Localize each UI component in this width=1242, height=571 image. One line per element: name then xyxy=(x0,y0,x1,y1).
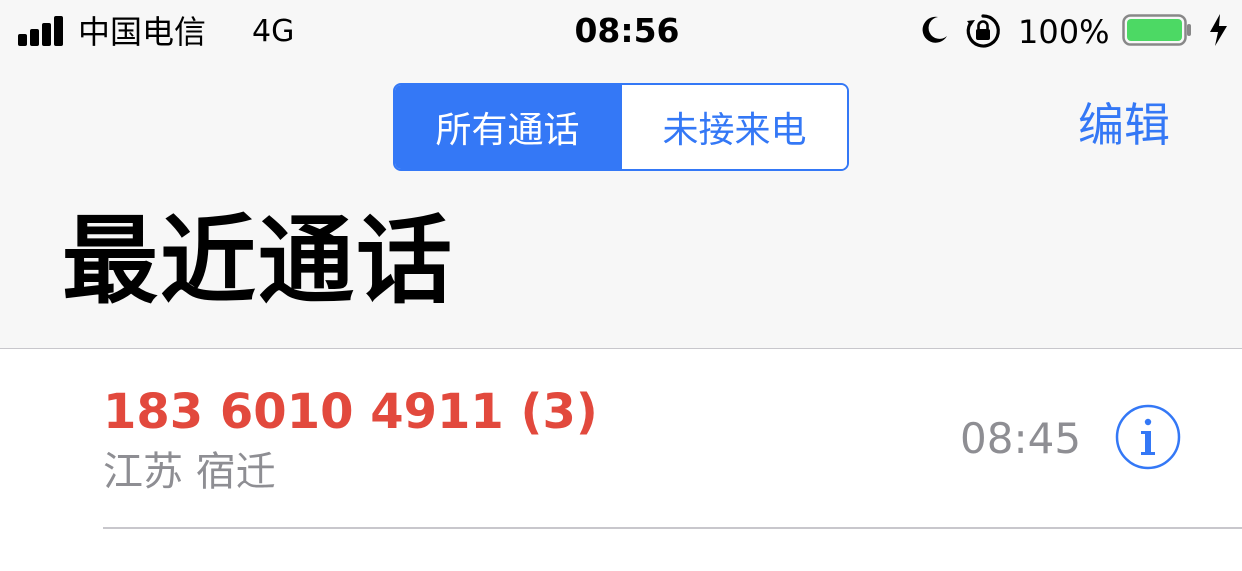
call-row[interactable]: 183 6010 4911 (3) 江苏 宿迁 08:45 xyxy=(0,350,1242,528)
recents-screen: 中国电信 4G 08:56 100% 所有通话 未接来电 编辑 最近通话 183… xyxy=(0,0,1242,571)
call-row[interactable] xyxy=(0,529,1242,571)
charging-icon xyxy=(1210,14,1227,46)
caller-number: 183 6010 4911 (3) xyxy=(103,384,598,440)
navigation-header: 所有通话 未接来电 编辑 最近通话 xyxy=(0,64,1242,349)
caller-location: 江苏 宿迁 xyxy=(103,449,276,495)
calls-filter-segmented-control[interactable]: 所有通话 未接来电 xyxy=(393,83,849,171)
battery-percent: 100% xyxy=(1018,13,1110,51)
moon-icon xyxy=(922,16,947,43)
page-title: 最近通话 xyxy=(62,205,454,317)
battery-icon xyxy=(1122,14,1191,46)
segment-missed-calls[interactable]: 未接来电 xyxy=(620,85,847,169)
status-bar: 中国电信 4G 08:56 100% xyxy=(0,0,1242,64)
rotation-lock-icon xyxy=(966,14,1000,48)
segment-all-calls[interactable]: 所有通话 xyxy=(395,85,620,169)
call-time: 08:45 xyxy=(960,414,1082,463)
edit-button[interactable]: 编辑 xyxy=(1078,98,1170,152)
info-icon[interactable] xyxy=(1115,404,1181,470)
